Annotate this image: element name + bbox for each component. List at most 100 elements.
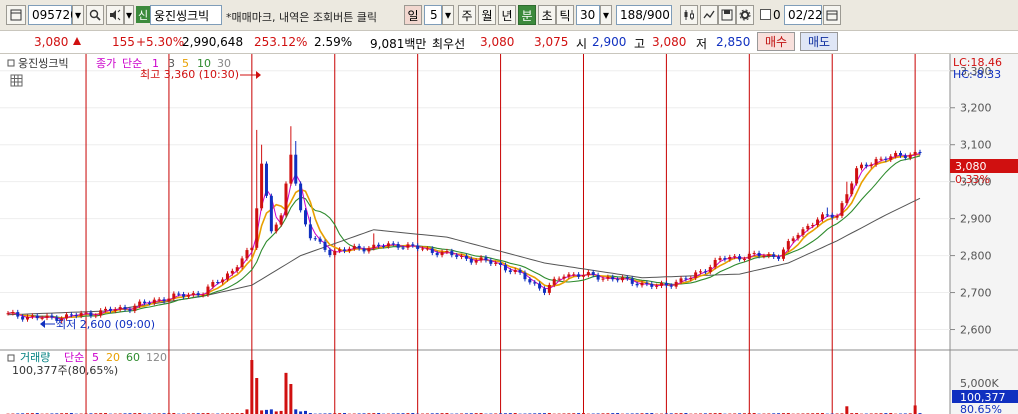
candle-body	[343, 249, 347, 251]
candle-body	[377, 244, 381, 247]
candle-body	[11, 312, 15, 314]
date-input[interactable]: 02/22	[784, 5, 823, 25]
candle-body	[416, 245, 420, 249]
candle-body	[752, 252, 756, 254]
candle-body	[328, 249, 332, 256]
candle-body	[806, 225, 810, 230]
search-icon[interactable]	[86, 5, 104, 25]
low-price: 2,850	[716, 35, 751, 49]
sell-button[interactable]: 매도	[800, 32, 838, 51]
candle-body	[601, 278, 605, 280]
period-week-button[interactable]: 주	[458, 5, 476, 25]
candle-body	[586, 272, 590, 276]
candle-body	[362, 248, 366, 252]
candle-body	[591, 272, 595, 275]
volume-tick-5000k: 5,000K	[960, 377, 999, 390]
candle-body	[108, 308, 112, 311]
candle-body	[840, 203, 844, 216]
period-month-button[interactable]: 월	[478, 5, 496, 25]
candle-body	[177, 293, 181, 295]
interval-input[interactable]: 5	[424, 5, 442, 25]
stock-chart[interactable]: 3,3003,2003,1003,0002,9002,8002,7002,600…	[0, 54, 1018, 414]
candle-body	[596, 274, 600, 280]
candle-body	[567, 274, 571, 277]
candle-body	[845, 194, 849, 204]
candle-body	[547, 284, 551, 293]
calendar-icon[interactable]	[823, 5, 841, 25]
period-second-button[interactable]: 초	[538, 5, 556, 25]
trade-mark-hint: *매매마크, 내역은 조회버튼 클릭	[226, 11, 378, 24]
candle-body	[572, 274, 576, 276]
open-label: 시	[576, 37, 588, 51]
speaker-icon[interactable]	[106, 5, 124, 25]
period-day-button[interactable]: 일	[404, 5, 422, 25]
candle-icon[interactable]	[680, 5, 698, 25]
price-change: 155	[112, 35, 135, 49]
candle-body	[45, 315, 49, 318]
option-checkbox[interactable]	[760, 9, 771, 20]
y-tick-label: 3,100	[960, 139, 992, 152]
trend-line-icon[interactable]	[700, 5, 718, 25]
candle-body	[255, 208, 259, 248]
y-tick-label: 2,800	[960, 250, 992, 263]
candle-body	[143, 301, 147, 303]
candle-body	[703, 271, 707, 273]
candle-body	[713, 259, 717, 268]
candle-body	[796, 234, 800, 239]
candle-body	[874, 159, 878, 165]
data-count-display: 188/900	[616, 5, 672, 25]
candle-body	[250, 247, 254, 251]
period-year-button[interactable]: 년	[498, 5, 516, 25]
ask-price: 3,080	[480, 35, 515, 49]
volume-bar	[260, 410, 264, 414]
candle-body	[367, 248, 371, 252]
candle-body	[333, 250, 337, 256]
candle-body	[201, 294, 205, 296]
candle-body	[757, 252, 761, 257]
interval-chevron-icon[interactable]: ▾	[442, 5, 454, 25]
candle-body	[918, 151, 922, 154]
candle-body	[104, 308, 108, 311]
trade-volume: 2,990,648	[182, 35, 244, 49]
period-tick-button[interactable]: 틱	[556, 5, 574, 25]
candle-body	[772, 254, 776, 257]
code-dropdown-chevron-icon[interactable]: ▾	[72, 5, 84, 25]
candle-body	[74, 315, 78, 317]
candle-body	[835, 215, 839, 218]
tick-count-chevron-icon[interactable]: ▾	[600, 5, 612, 25]
candle-body	[147, 302, 151, 304]
candle-body	[533, 282, 537, 284]
candle-body	[606, 276, 610, 279]
candle-body	[308, 224, 312, 239]
candle-body	[35, 315, 39, 319]
candle-body	[157, 299, 161, 301]
candle-body	[323, 241, 327, 250]
candle-body	[79, 313, 83, 316]
chart-window-icon[interactable]	[6, 5, 26, 25]
candle-body	[650, 283, 654, 287]
candle-body	[391, 243, 395, 245]
candle-body	[820, 214, 824, 220]
tick-count-input[interactable]: 30	[576, 5, 600, 25]
candle-body	[781, 249, 785, 259]
gear-icon[interactable]	[736, 5, 754, 25]
buy-button[interactable]: 매수	[757, 32, 795, 51]
candle-body	[801, 229, 805, 235]
candle-body	[767, 254, 771, 257]
candle-body	[864, 164, 868, 167]
stock-code-input[interactable]: 095720	[28, 5, 78, 25]
volume-readout: 100,377주(80,65%)	[12, 364, 118, 377]
quote-bar: 3,080 155 +5.30% 2,990,648 253.12% 2.59%…	[0, 31, 1018, 54]
period-minute-button[interactable]: 분	[518, 5, 536, 25]
y-tick-label: 2,600	[960, 324, 992, 337]
stock-name-field[interactable]: 웅진씽크빅	[150, 5, 222, 25]
sound-dropdown-chevron-icon[interactable]: ▾	[124, 5, 134, 25]
table-grid-icon[interactable]	[10, 74, 23, 87]
new-listing-badge: 신	[136, 6, 150, 23]
candle-body	[240, 258, 244, 268]
candle-body	[269, 195, 273, 232]
candle-body	[245, 250, 249, 259]
save-icon[interactable]	[718, 5, 736, 25]
candle-body	[503, 264, 507, 271]
candle-body	[738, 256, 742, 260]
